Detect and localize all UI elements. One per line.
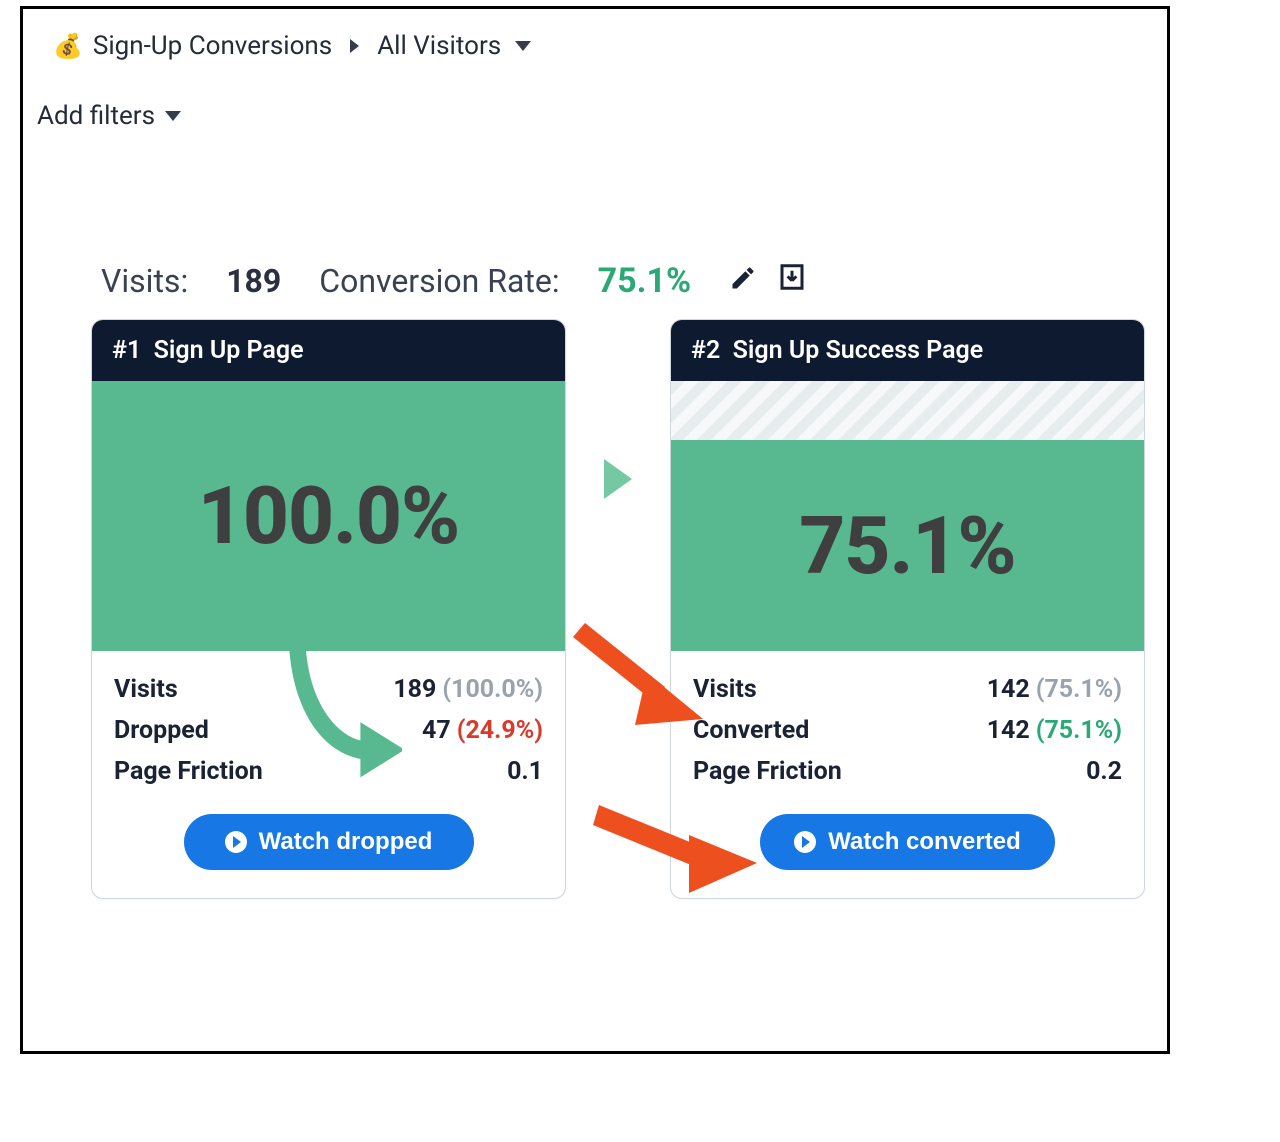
step-title: Sign Up Success Page [733,336,984,365]
rate-label: Conversion Rate: [319,262,559,300]
breadcrumb-funnel[interactable]: 💰 Sign-Up Conversions [53,31,332,61]
caret-down-icon [165,111,181,121]
breadcrumb-segment[interactable]: All Visitors [377,31,531,61]
play-icon [794,831,816,853]
download-icon[interactable] [777,262,807,300]
stat-label: Converted [693,716,809,745]
stat-row: Page Friction 0.2 [693,751,1122,792]
step-header: #2 Sign Up Success Page [671,320,1144,381]
caret-down-icon [515,41,531,51]
add-filters-label: Add filters [37,101,155,131]
stat-label: Visits [114,675,178,704]
step-percent-band: 75.1% [671,381,1144,651]
funnel-cards: #1 Sign Up Page 100.0% Visits 189 (100.0… [91,319,1153,899]
stat-paren: (75.1%) [1036,716,1122,745]
stat-value: 0.2 [1086,757,1122,786]
stat-paren: (24.9%) [457,716,543,745]
visits-value: 189 [226,262,281,300]
chevron-right-icon [350,39,359,53]
stat-label: Dropped [114,716,209,745]
add-filters-button[interactable]: Add filters [37,101,1153,131]
step-index: #1 [112,336,141,365]
stat-value: 47 [422,716,451,745]
step-stats: Visits 142 (75.1%) Converted 142 (75.1%)… [671,651,1144,796]
step-index: #2 [691,336,720,365]
funnel-step-1: #1 Sign Up Page 100.0% Visits 189 (100.0… [91,319,566,899]
visits-label: Visits: [101,262,188,300]
funnel-step-2: #2 Sign Up Success Page 75.1% Visits 142… [670,319,1145,899]
stat-row: Visits 189 (100.0%) [114,669,543,710]
step-percent-hatch [671,381,1144,440]
stat-row: Converted 142 (75.1%) [693,710,1122,751]
watch-converted-button[interactable]: Watch converted [760,814,1054,870]
stat-value: 142 [987,716,1030,745]
app-frame: 💰 Sign-Up Conversions All Visitors Add f… [20,6,1170,1054]
breadcrumb: 💰 Sign-Up Conversions All Visitors [37,31,1153,61]
step-percent-fill: 100.0% [92,381,565,651]
watch-label: Watch converted [828,828,1020,856]
flow-arrow-icon [604,459,632,499]
moneybag-icon: 💰 [53,32,83,60]
rate-value: 75.1% [598,261,692,301]
breadcrumb-segment-label: All Visitors [377,31,501,61]
step-percent-band: 100.0% [92,381,565,651]
stat-value: 142 [987,675,1030,704]
breadcrumb-funnel-label: Sign-Up Conversions [93,31,332,61]
stat-row: Visits 142 (75.1%) [693,669,1122,710]
stat-label: Page Friction [114,757,263,786]
step-percent-fill: 75.1% [671,440,1144,651]
summary-bar: Visits: 189 Conversion Rate: 75.1% [101,261,1153,301]
stat-paren: (100.0%) [442,675,543,704]
play-icon [225,831,247,853]
step-percent-value: 100.0% [198,469,460,563]
stat-label: Visits [693,675,757,704]
stat-row: Dropped 47 (24.9%) [114,710,543,751]
stat-value: 0.1 [507,757,543,786]
step-percent-value: 75.1% [799,499,1015,593]
watch-dropped-button[interactable]: Watch dropped [184,814,474,870]
stat-paren: (75.1%) [1036,675,1122,704]
step-stats: Visits 189 (100.0%) Dropped 47 (24.9%) P… [92,651,565,796]
step-title: Sign Up Page [154,336,304,365]
step-header: #1 Sign Up Page [92,320,565,381]
stat-label: Page Friction [693,757,842,786]
watch-label: Watch dropped [259,828,433,856]
stat-value: 189 [393,675,436,704]
edit-icon[interactable] [729,262,757,300]
stat-row: Page Friction 0.1 [114,751,543,792]
